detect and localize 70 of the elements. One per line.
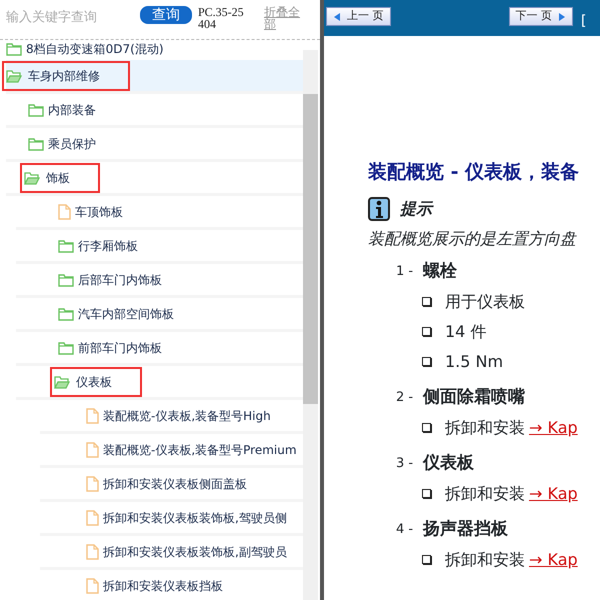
bullet-text: 用于仪表板	[445, 290, 525, 312]
bullet-icon	[422, 423, 431, 432]
bullet-text: 1.5 Nm	[445, 350, 504, 372]
tree-item[interactable]: 前部车门内饰板	[16, 332, 303, 366]
item-number: 2 -	[396, 388, 414, 407]
tree-item-label: 汽车内部空间饰板	[78, 306, 174, 322]
tree-item-label: 拆卸和安装仪表板装饰板,驾驶员侧	[103, 510, 287, 526]
tree-item-label: 装配概览-仪表板,装备型号High	[103, 408, 271, 424]
tree-item[interactable]: 仪表板	[16, 366, 303, 400]
search-button[interactable]: 查询	[140, 6, 192, 24]
scrollbar-track[interactable]	[303, 50, 318, 600]
document-icon	[58, 204, 71, 220]
previous-page-button[interactable]: 上一 页	[326, 7, 390, 26]
chapter-link[interactable]: → Kap	[529, 482, 578, 506]
tree-item[interactable]: 汽车内部空间饰板	[16, 298, 303, 332]
item-number: 4 -	[396, 520, 414, 539]
bullet-icon	[422, 357, 431, 366]
tree-item-label: 车顶饰板	[75, 204, 123, 220]
document-icon	[86, 442, 99, 458]
next-page-button[interactable]: 下一 页	[508, 7, 573, 26]
info-icon	[368, 196, 390, 220]
bullet-text: 14 件	[445, 320, 486, 342]
tree-item-label: 拆卸和安装仪表板装饰板,副驾驶员	[103, 544, 287, 560]
document-icon	[86, 510, 99, 526]
tree-item[interactable]: 乘员保护	[6, 128, 303, 162]
tree-item-label: 后部车门内饰板	[78, 272, 162, 288]
tree-item[interactable]: 8档自动变速箱0D7(混动)	[6, 40, 303, 60]
tree-item-label: 拆卸和安装仪表板挡板	[103, 578, 223, 594]
tree-item[interactable]: 饰板	[6, 162, 303, 196]
item-number: 1 -	[396, 262, 414, 281]
bullet-text: 拆卸和安装	[445, 548, 525, 570]
scrollbar-thumb[interactable]	[303, 94, 318, 404]
item-title: 仪表板	[423, 452, 474, 475]
tree-item-label: 拆卸和安装仪表板侧面盖板	[103, 476, 247, 492]
tree-item-label: 前部车门内饰板	[78, 340, 162, 356]
tree-item-label: 仪表板	[50, 366, 142, 396]
item-title: 螺栓	[423, 260, 458, 283]
tree-item-label: 饰板	[20, 162, 100, 192]
tree-item[interactable]: 内部装备	[6, 94, 303, 128]
document-icon	[86, 408, 99, 424]
header-text: [	[581, 12, 586, 31]
document-code: PC.35-25404	[198, 6, 244, 30]
tree-item[interactable]: 车顶饰板	[16, 196, 303, 230]
document-icon	[86, 578, 99, 594]
note-text: 装配概览展示的是左置方向盘	[368, 228, 578, 250]
tree-item-label: 8档自动变速箱0D7(混动)	[26, 41, 164, 58]
tree-item[interactable]: 行李厢饰板	[16, 230, 303, 264]
document-icon	[86, 544, 99, 560]
chapter-link[interactable]: → Kap	[529, 416, 578, 440]
note-title: 提示	[400, 198, 432, 220]
bullet-icon	[422, 327, 431, 336]
bullet-text: 拆卸和安装	[445, 482, 525, 504]
bullet-icon	[422, 489, 431, 498]
document-icon	[86, 476, 99, 492]
left-arrow-icon	[333, 12, 341, 22]
tree-item[interactable]: 后部车门内饰板	[16, 264, 303, 298]
tree-item-label: 行李厢饰板	[78, 238, 138, 254]
page-title: 装配概览 - 仪表板，装备	[368, 160, 580, 185]
item-title: 扬声器挡板	[423, 518, 508, 541]
tree-item-label: 车身内部维修	[2, 60, 130, 90]
bullet-icon	[422, 555, 431, 564]
tree-item-label: 装配概览-仪表板,装备型号Premium	[103, 442, 297, 458]
tree-item-label: 乘员保护	[48, 136, 96, 152]
right-arrow-icon	[558, 12, 566, 22]
bullet-text: 拆卸和安装	[445, 416, 525, 438]
item-title: 侧面除霜喷嘴	[423, 386, 526, 409]
item-number: 3 -	[396, 454, 414, 473]
chapter-link[interactable]: → Kap	[529, 548, 578, 572]
tree-item-label: 内部装备	[48, 102, 96, 118]
bullet-icon	[422, 297, 431, 306]
